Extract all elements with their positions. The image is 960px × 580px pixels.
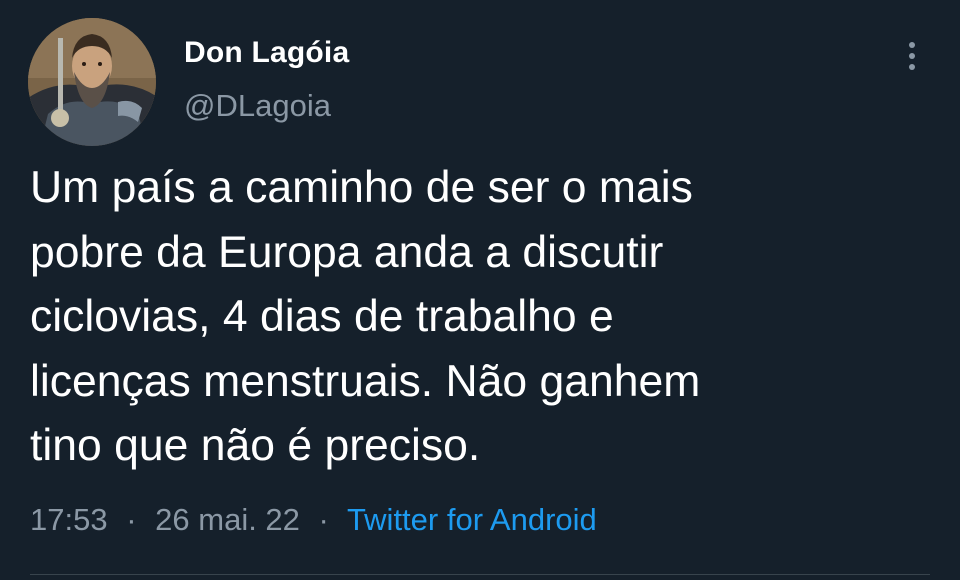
separator-dot: · bbox=[126, 502, 137, 537]
tweet-card: Don Lagóia @DLagoia Um país a caminho de… bbox=[0, 0, 960, 580]
avatar-portrait-image bbox=[28, 18, 156, 146]
tweet-text-line: Um país a caminho de ser o mais bbox=[30, 163, 693, 212]
tweet-text-line: tino que não é preciso. bbox=[30, 421, 481, 470]
display-name[interactable]: Don Lagóia bbox=[184, 36, 349, 70]
tweet-text-line: licenças menstruais. Não ganhem bbox=[30, 356, 701, 406]
divider bbox=[30, 574, 930, 575]
avatar[interactable] bbox=[28, 18, 156, 146]
user-handle[interactable]: @DLagoia bbox=[184, 88, 331, 124]
more-options-icon[interactable] bbox=[898, 38, 926, 74]
more-dot bbox=[909, 53, 915, 59]
tweet-time[interactable]: 17:53 bbox=[30, 502, 108, 537]
tweet-source-link[interactable]: Twitter for Android bbox=[347, 502, 597, 537]
tweet-text-line: pobre da Europa anda a discutir bbox=[30, 227, 664, 277]
separator-dot: · bbox=[318, 502, 329, 537]
more-dot bbox=[909, 64, 915, 70]
tweet-date[interactable]: 26 mai. 22 bbox=[155, 502, 300, 537]
tweet-text: Um país a caminho de ser o mais pobre da… bbox=[30, 156, 930, 479]
tweet-metadata: 17:53 · 26 mai. 22 · Twitter for Android bbox=[30, 502, 597, 538]
tweet-text-line: ciclovias, 4 dias de trabalho e bbox=[30, 292, 614, 341]
more-dot bbox=[909, 42, 915, 48]
